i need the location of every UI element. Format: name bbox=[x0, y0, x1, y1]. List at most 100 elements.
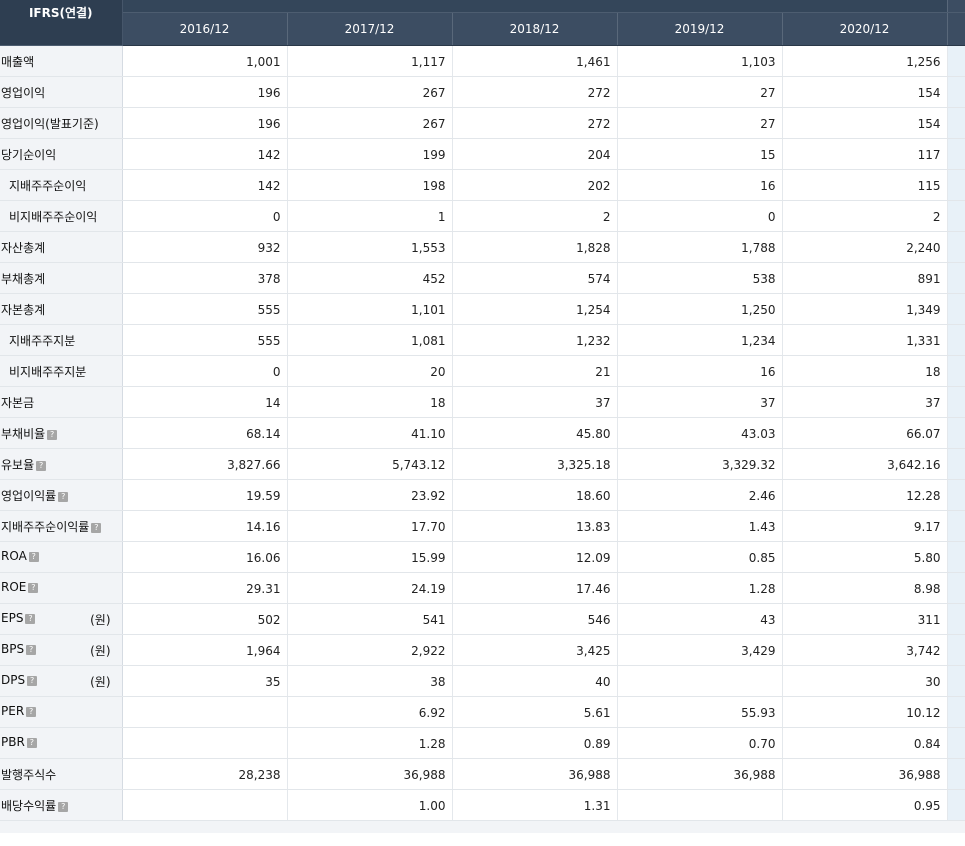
row-label: 부채비율 bbox=[1, 427, 46, 441]
table-row: ROE? 29.31 24.19 17.46 1.28 8.98 bbox=[0, 572, 965, 604]
question-icon[interactable]: ? bbox=[36, 461, 47, 471]
row-label: 지배주주순이익 bbox=[9, 179, 87, 193]
row-label: 자본총계 bbox=[1, 303, 46, 317]
table-row: 부채총계 378 452 574 538 891 bbox=[0, 262, 965, 294]
value-cell: 66.07 bbox=[782, 417, 948, 449]
value-cell: 36,988 bbox=[617, 758, 783, 790]
row-label: 지배주주순이익률 bbox=[1, 520, 90, 534]
row-label: DPS bbox=[1, 673, 26, 687]
value-cell: 38 bbox=[287, 665, 453, 697]
value-cell: 36,988 bbox=[287, 758, 453, 790]
row-label-cell: DPS? (원) bbox=[0, 665, 123, 697]
question-icon[interactable]: ? bbox=[47, 430, 58, 440]
value-cell: 1,788 bbox=[617, 231, 783, 263]
value-cell: 1,254 bbox=[452, 293, 618, 325]
row-label-cell: 지배주주순이익 bbox=[0, 169, 123, 201]
value-cell: 28,238 bbox=[122, 758, 288, 790]
table-row: 지배주주순이익 142 198 202 16 115 bbox=[0, 169, 965, 201]
value-cell: 35 bbox=[122, 665, 288, 697]
value-cell: 117 bbox=[782, 138, 948, 170]
row-label-cell: 부채총계 bbox=[0, 262, 123, 294]
row-label: PER bbox=[1, 704, 25, 718]
value-cell: 2.46 bbox=[617, 479, 783, 511]
row-label: BPS bbox=[1, 642, 25, 656]
table-row: 자본금 14 18 37 37 37 bbox=[0, 386, 965, 418]
question-icon[interactable]: ? bbox=[28, 583, 39, 593]
value-cell: 2 bbox=[782, 200, 948, 232]
value-cell: 1,250 bbox=[617, 293, 783, 325]
value-cell: 43.03 bbox=[617, 417, 783, 449]
row-pad bbox=[947, 324, 965, 356]
value-cell: 43 bbox=[617, 603, 783, 635]
question-icon[interactable]: ? bbox=[91, 523, 102, 533]
row-label-cell: 영업이익률? bbox=[0, 479, 123, 511]
value-cell: 546 bbox=[452, 603, 618, 635]
row-pad bbox=[947, 634, 965, 666]
value-cell: 932 bbox=[122, 231, 288, 263]
row-label: 지배주주지분 bbox=[9, 334, 76, 348]
question-icon[interactable]: ? bbox=[58, 802, 69, 812]
value-cell: 41.10 bbox=[287, 417, 453, 449]
header-spacer bbox=[122, 0, 948, 13]
value-cell: 0.89 bbox=[452, 727, 618, 759]
row-label: 영업이익 bbox=[1, 86, 46, 100]
question-icon[interactable]: ? bbox=[28, 552, 39, 562]
value-cell bbox=[122, 789, 288, 821]
table-row: 배당수익률? 1.00 1.31 0.95 bbox=[0, 789, 965, 821]
row-label: EPS bbox=[1, 611, 24, 625]
row-label: PBR bbox=[1, 735, 25, 749]
value-cell: 1.31 bbox=[452, 789, 618, 821]
row-label: 발행주식수 bbox=[1, 768, 57, 782]
question-icon[interactable]: ? bbox=[26, 707, 37, 717]
question-icon[interactable]: ? bbox=[25, 614, 36, 624]
table-row: 당기순이익 142 199 204 15 117 bbox=[0, 138, 965, 170]
table-row: 비지배주주지분 0 20 21 16 18 bbox=[0, 355, 965, 387]
table-footer bbox=[0, 820, 965, 833]
row-pad bbox=[947, 262, 965, 294]
table-row: 자본총계 555 1,101 1,254 1,250 1,349 bbox=[0, 293, 965, 325]
table-row: ROA? 16.06 15.99 12.09 0.85 5.80 bbox=[0, 541, 965, 573]
value-cell: 3,329.32 bbox=[617, 448, 783, 480]
value-cell: 196 bbox=[122, 107, 288, 139]
value-cell: 555 bbox=[122, 324, 288, 356]
value-cell: 1,081 bbox=[287, 324, 453, 356]
row-pad bbox=[947, 169, 965, 201]
table-row: 영업이익(발표기준) 196 267 272 27 154 bbox=[0, 107, 965, 139]
question-icon[interactable]: ? bbox=[27, 676, 38, 686]
value-cell: 45.80 bbox=[452, 417, 618, 449]
period-header: 2018/12 bbox=[452, 12, 618, 46]
value-cell: 37 bbox=[782, 386, 948, 418]
row-pad bbox=[947, 541, 965, 573]
value-cell: 30 bbox=[782, 665, 948, 697]
value-cell: 204 bbox=[452, 138, 618, 170]
row-pad bbox=[947, 572, 965, 604]
value-cell: 154 bbox=[782, 76, 948, 108]
question-icon[interactable]: ? bbox=[26, 645, 37, 655]
question-icon[interactable]: ? bbox=[26, 738, 37, 748]
row-unit: (원) bbox=[90, 644, 111, 658]
value-cell: 68.14 bbox=[122, 417, 288, 449]
row-label-cell: 발행주식수 bbox=[0, 758, 123, 790]
value-cell bbox=[617, 789, 783, 821]
value-cell bbox=[122, 696, 288, 728]
value-cell: 541 bbox=[287, 603, 453, 635]
value-cell: 20 bbox=[287, 355, 453, 387]
table-row: EPS? (원) 502 541 546 43 311 bbox=[0, 603, 965, 635]
value-cell: 267 bbox=[287, 107, 453, 139]
row-label: 비지배주주지분 bbox=[9, 365, 87, 379]
row-label: 영업이익(발표기준) bbox=[1, 117, 99, 131]
row-pad bbox=[947, 138, 965, 170]
row-pad bbox=[947, 386, 965, 418]
row-label-cell: 당기순이익 bbox=[0, 138, 123, 170]
row-pad bbox=[947, 603, 965, 635]
value-cell: 0.70 bbox=[617, 727, 783, 759]
value-cell: 891 bbox=[782, 262, 948, 294]
row-unit: (원) bbox=[90, 613, 111, 627]
table-row: 자산총계 932 1,553 1,828 1,788 2,240 bbox=[0, 231, 965, 263]
value-cell: 1 bbox=[287, 200, 453, 232]
value-cell: 16 bbox=[617, 355, 783, 387]
question-icon[interactable]: ? bbox=[58, 492, 69, 502]
period-header: 2016/12 bbox=[122, 12, 288, 46]
table-row: PER? 6.92 5.61 55.93 10.12 bbox=[0, 696, 965, 728]
table-row: 부채비율? 68.14 41.10 45.80 43.03 66.07 bbox=[0, 417, 965, 449]
